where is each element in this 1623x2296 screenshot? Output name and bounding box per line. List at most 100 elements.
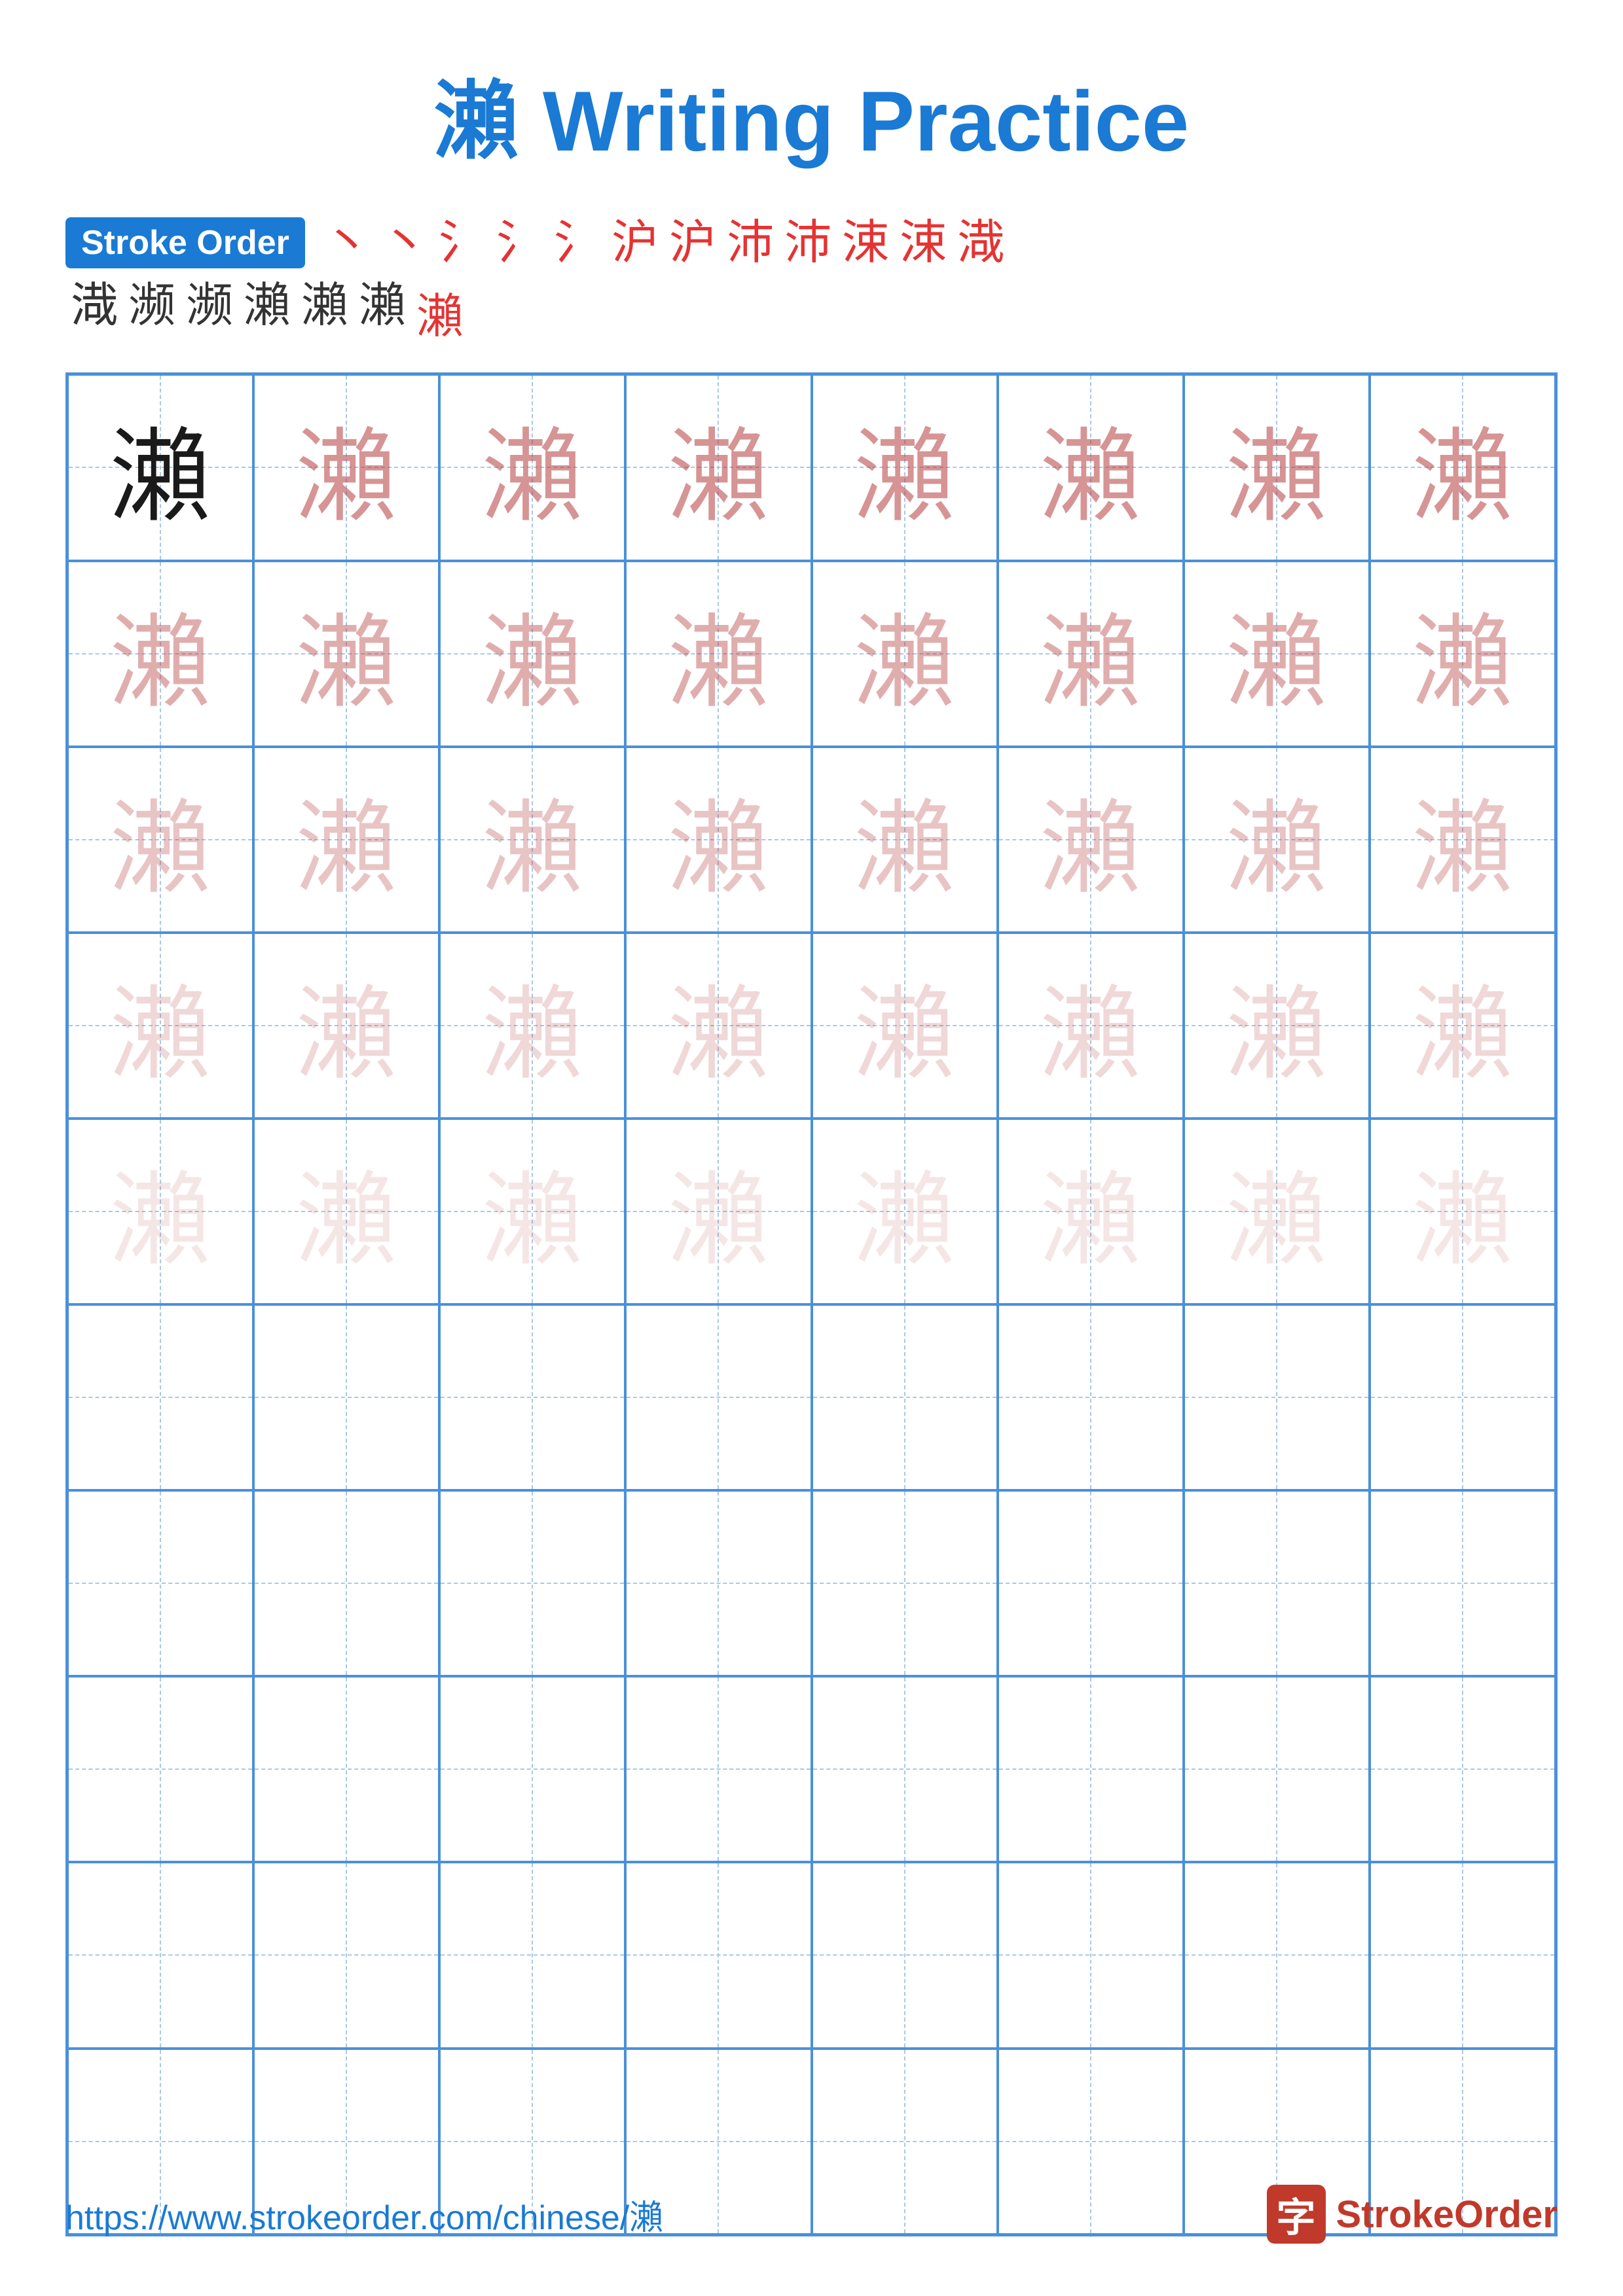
stroke-s8: 沛 — [727, 215, 774, 271]
grid-cell: 瀨 — [812, 374, 998, 560]
title-char: 瀨 — [434, 75, 519, 170]
grid-cell: 瀨 — [439, 747, 625, 933]
stroke-s6: 沪 — [611, 215, 659, 271]
grid-cell — [253, 1862, 439, 2048]
grid-row-4: 瀨 瀨 瀨 瀨 瀨 瀨 瀨 瀨 — [67, 933, 1556, 1119]
grid-cell: 瀨 — [625, 747, 811, 933]
grid-cell: 瀨 — [812, 747, 998, 933]
logo-icon: 字 — [1267, 2185, 1326, 2244]
grid-cell: 瀨 — [253, 374, 439, 560]
practice-char: 瀨 — [854, 394, 955, 541]
footer: https://www.strokeorder.com/chinese/瀨 字 … — [65, 2185, 1558, 2244]
grid-cell — [812, 1862, 998, 2048]
practice-char: 瀨 — [482, 952, 583, 1099]
grid-cell — [1370, 1676, 1556, 1862]
grid-cell — [998, 1676, 1184, 1862]
grid-cell — [1370, 1490, 1556, 1676]
grid-cell: 瀨 — [67, 1119, 253, 1304]
stroke-s7: 沪 — [669, 215, 716, 271]
grid-cell: 瀨 — [625, 933, 811, 1119]
grid-cell: 瀨 — [998, 1119, 1184, 1304]
stroke-r2-s4: 瀨 — [244, 278, 291, 346]
grid-cell — [67, 1304, 253, 1490]
grid-cell: 瀨 — [998, 561, 1184, 747]
grid-row-3: 瀨 瀨 瀨 瀨 瀨 瀨 瀨 瀨 — [67, 747, 1556, 933]
practice-char: 瀨 — [1226, 1138, 1327, 1285]
grid-cell: 瀨 — [67, 933, 253, 1119]
grid-cell — [625, 1304, 811, 1490]
logo-char: 字 — [1277, 2186, 1316, 2243]
grid-cell: 瀨 — [812, 933, 998, 1119]
grid-cell — [439, 1676, 625, 1862]
grid-cell — [998, 1862, 1184, 2048]
grid-cell — [1184, 1304, 1370, 1490]
grid-cell: 瀨 — [812, 1119, 998, 1304]
grid-cell: 瀨 — [67, 561, 253, 747]
grid-cell: 瀨 — [625, 1119, 811, 1304]
grid-cell: 瀨 — [998, 933, 1184, 1119]
practice-char: 瀨 — [1412, 766, 1513, 913]
stroke-r2-s3: 濒 — [186, 278, 233, 346]
grid-cell: 瀨 — [253, 747, 439, 933]
grid-cell: 瀨 — [253, 933, 439, 1119]
grid-cell — [812, 1676, 998, 1862]
grid-cell — [1184, 1862, 1370, 2048]
grid-cell: 瀨 — [1184, 561, 1370, 747]
grid-cell: 瀨 — [253, 1119, 439, 1304]
grid-cell: 瀨 — [67, 374, 253, 560]
practice-char: 瀨 — [110, 1138, 211, 1285]
footer-url: https://www.strokeorder.com/chinese/瀨 — [65, 2190, 663, 2239]
grid-cell: 瀨 — [439, 1119, 625, 1304]
grid-cell: 瀨 — [67, 747, 253, 933]
practice-char: 瀨 — [296, 1138, 397, 1285]
title-rest: Writing Practice — [519, 73, 1189, 169]
grid-cell — [812, 1304, 998, 1490]
practice-char: 瀨 — [1040, 766, 1141, 913]
logo-stroke: Stroke — [1336, 2193, 1455, 2236]
footer-logo: 字 StrokeOrder — [1267, 2185, 1558, 2244]
practice-char: 瀨 — [854, 766, 955, 913]
grid-cell — [67, 1490, 253, 1676]
grid-cell: 瀨 — [439, 374, 625, 560]
stroke-chars-row1: 丶 丶 氵 氵 氵 沪 沪 沛 沛 涑 涑 渽 — [318, 215, 1010, 271]
grid-cell — [812, 1490, 998, 1676]
stroke-s3: 氵 — [439, 215, 486, 271]
grid-cell — [625, 1490, 811, 1676]
practice-char: 瀨 — [110, 580, 211, 727]
grid-row-9 — [67, 1862, 1556, 2048]
practice-char: 瀨 — [1412, 1138, 1513, 1285]
practice-char: 瀨 — [1040, 394, 1141, 541]
grid-cell — [67, 1676, 253, 1862]
practice-char: 瀨 — [1040, 580, 1141, 727]
practice-char: 瀨 — [1226, 394, 1327, 541]
practice-char: 瀨 — [296, 580, 397, 727]
grid-cell: 瀨 — [1370, 561, 1556, 747]
page-title: 瀨 Writing Practice — [434, 52, 1189, 175]
logo-order: Order — [1454, 2193, 1558, 2236]
practice-char: 瀨 — [482, 580, 583, 727]
grid-cell — [625, 1676, 811, 1862]
grid-cell — [253, 1490, 439, 1676]
practice-char: 瀨 — [668, 394, 769, 541]
stroke-s10: 涑 — [842, 215, 889, 271]
grid-cell — [1370, 1862, 1556, 2048]
grid-cell: 瀨 — [1370, 1119, 1556, 1304]
grid-cell: 瀨 — [253, 561, 439, 747]
grid-cell — [67, 1862, 253, 2048]
grid-cell — [439, 1490, 625, 1676]
grid-row-8 — [67, 1676, 1556, 1862]
practice-char: 瀨 — [1412, 394, 1513, 541]
logo-text: StrokeOrder — [1336, 2193, 1558, 2236]
practice-char: 瀨 — [854, 580, 955, 727]
stroke-order-badge: Stroke Order — [65, 217, 305, 268]
grid-cell: 瀨 — [439, 561, 625, 747]
grid-cell: 瀨 — [998, 747, 1184, 933]
stroke-order-row2: 渽 濒 濒 瀨 瀨 瀨 瀨 — [65, 278, 1558, 346]
practice-char: 瀨 — [482, 394, 583, 541]
practice-char: 瀨 — [668, 766, 769, 913]
stroke-order-row1: Stroke Order 丶 丶 氵 氵 氵 沪 沪 沛 沛 涑 涑 渽 — [65, 215, 1558, 271]
practice-char: 瀨 — [1226, 580, 1327, 727]
practice-char: 瀨 — [110, 766, 211, 913]
practice-grid: 瀨 瀨 瀨 瀨 瀨 瀨 瀨 瀨 瀨 瀨 瀨 瀨 瀨 瀨 瀨 瀨 瀨 瀨 瀨 瀨 … — [65, 372, 1558, 2236]
grid-cell — [998, 1490, 1184, 1676]
